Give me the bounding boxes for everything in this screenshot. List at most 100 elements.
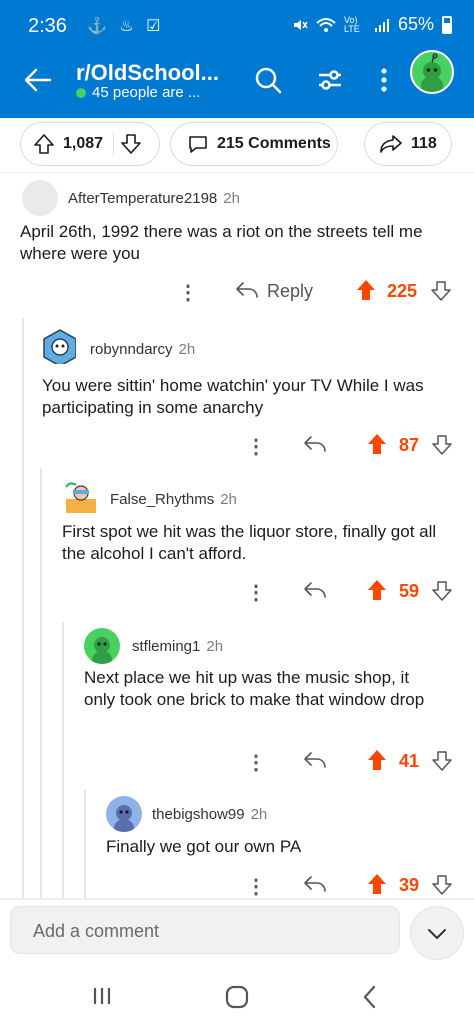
signal-label: Vo) LTE (343, 14, 360, 34)
comment-score: 59 (399, 581, 420, 601)
system-indicators: Vo) LTE 65% (292, 14, 452, 35)
user-avatar[interactable] (410, 50, 454, 94)
snoo-avatar-icon (421, 53, 443, 92)
comment-body: You were sittin' home watchin' your TV W… (42, 376, 424, 417)
thread-line (22, 318, 24, 898)
sort-filter-button[interactable] (312, 62, 348, 98)
vote-pill: 1,087 (20, 122, 160, 166)
comment-score: 87 (399, 435, 420, 455)
comment-avatar[interactable] (62, 479, 98, 515)
comment-author[interactable]: stfleming1 2h (132, 638, 223, 655)
upvote-filled-icon[interactable] (366, 872, 388, 896)
comment-body: Finally we got our own PA (106, 837, 302, 856)
downvote-outline-icon[interactable] (431, 434, 453, 456)
comment-author[interactable]: AfterTemperature2198 2h (68, 190, 240, 207)
online-count: 45 people are ... (76, 84, 200, 101)
status-bar: 2:36 ⚓ ♨ ☑ Vo) LTE 65% (0, 0, 474, 52)
comment-author[interactable]: robynndarcy 2h (90, 341, 195, 358)
online-text: 45 people are ... (92, 84, 201, 101)
thread-line (84, 790, 86, 898)
divider (0, 172, 474, 173)
comment-more-icon[interactable]: ⋮ (246, 434, 266, 459)
comments-button[interactable]: 215 Comments (170, 122, 338, 166)
post-vote-count: 1,087 (63, 135, 104, 152)
vote-divider (113, 133, 115, 155)
recent-apps-icon[interactable] (90, 984, 114, 1008)
home-icon[interactable] (224, 984, 250, 1010)
post-action-row: 1,087 215 Comments 118 (0, 122, 474, 168)
search-icon (255, 67, 282, 94)
reply-icon[interactable] (302, 874, 328, 894)
beach-avatar-icon (65, 482, 96, 513)
comment-avatar[interactable] (40, 328, 76, 364)
share-count: 118 (411, 135, 437, 152)
snoo-avatar-icon (92, 637, 112, 664)
reply-icon[interactable] (234, 280, 260, 300)
comment-username[interactable]: False_Rhythms (110, 491, 214, 508)
comment-score: 39 (399, 875, 420, 895)
downvote-outline-icon[interactable] (431, 874, 453, 896)
comment-time: 2h (250, 806, 268, 823)
comment-username[interactable]: thebigshow99 (152, 806, 245, 823)
downvote-outline-icon[interactable] (431, 580, 453, 602)
overflow-menu-button[interactable] (366, 62, 402, 98)
comment-time: 2h (178, 341, 196, 358)
reply-icon[interactable] (302, 750, 328, 770)
comment-author[interactable]: False_Rhythms 2h (110, 491, 237, 508)
reply-icon[interactable] (302, 580, 328, 600)
thread-line (62, 622, 64, 898)
comment-body: April 26th, 1992 there was a riot on the… (20, 222, 423, 263)
upvote-filled-icon[interactable] (366, 432, 388, 456)
subreddit-title[interactable]: r/OldSchool... (76, 60, 219, 86)
comment-bubble-icon (189, 136, 207, 153)
comment-time: 2h (223, 190, 240, 207)
comment-avatar[interactable] (84, 628, 120, 664)
collapse-button[interactable] (410, 906, 464, 960)
comment-score: 41 (399, 751, 420, 771)
add-comment-placeholder: Add a comment (33, 921, 160, 941)
search-button[interactable] (250, 62, 286, 98)
astronaut-avatar-icon (43, 329, 76, 364)
app-header: 2:36 ⚓ ♨ ☑ Vo) LTE 65% r/OldSchool... 45… (0, 0, 474, 118)
comment-username[interactable]: robynndarcy (90, 341, 173, 358)
comment-more-icon[interactable]: ⋮ (246, 750, 266, 775)
upvote-outline-icon[interactable] (33, 133, 55, 155)
upvote-filled-icon[interactable] (366, 578, 388, 602)
comment-username[interactable]: stfleming1 (132, 638, 200, 655)
reply-button[interactable]: Reply (267, 281, 313, 302)
status-time: 2:36 (28, 15, 67, 37)
signal-icon (374, 18, 389, 32)
chevron-down-icon (428, 929, 446, 939)
comment-avatar[interactable] (22, 180, 58, 216)
battery-icon (442, 15, 452, 34)
comment-more-icon[interactable]: ⋮ (246, 580, 266, 605)
system-navigation-bar (0, 970, 474, 1027)
downvote-outline-icon[interactable] (120, 133, 142, 155)
reply-icon[interactable] (302, 434, 328, 454)
divider (0, 898, 474, 900)
notification-icons: ⚓ ♨ ☑ (87, 18, 165, 35)
downvote-outline-icon[interactable] (431, 750, 453, 772)
back-nav-icon[interactable] (360, 984, 380, 1010)
comment-more-icon[interactable]: ⋮ (246, 874, 266, 899)
comment-score: 225 (387, 281, 418, 301)
back-arrow-icon[interactable] (22, 64, 54, 96)
upvote-filled-icon[interactable] (366, 748, 388, 772)
share-button[interactable]: 118 (364, 122, 452, 166)
comments-count: 215 Comments (217, 135, 331, 152)
downvote-outline-icon[interactable] (430, 280, 452, 302)
comment-username[interactable]: AfterTemperature2198 (68, 190, 217, 207)
mute-icon (293, 19, 308, 30)
comment-body: First spot we hit was the liquor store, … (62, 522, 437, 563)
battery-percent: 65% (397, 14, 434, 34)
upvote-filled-icon[interactable] (355, 278, 377, 302)
comment-author[interactable]: thebigshow99 2h (152, 806, 267, 823)
comment-avatar[interactable] (106, 796, 142, 832)
comment-body: Next place we hit up was the music shop,… (84, 668, 425, 709)
add-comment-input[interactable]: Add a comment (10, 906, 400, 954)
comment-time: 2h (220, 491, 237, 508)
share-arrow-icon (380, 135, 402, 153)
wifi-icon (316, 17, 336, 32)
comment-time: 2h (206, 638, 224, 655)
comment-more-icon[interactable]: ⋮ (178, 280, 198, 305)
